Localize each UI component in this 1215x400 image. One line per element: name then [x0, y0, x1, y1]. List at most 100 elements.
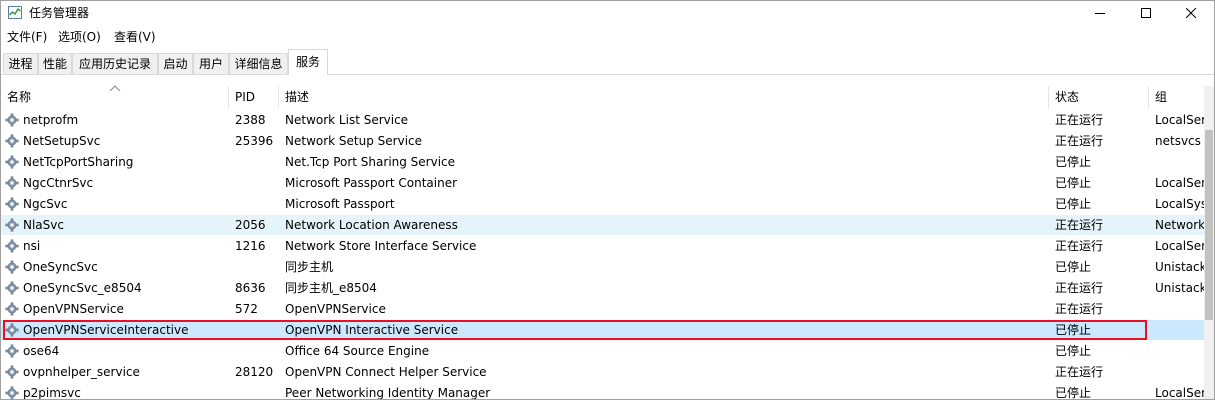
service-group: netsvcs: [1155, 134, 1201, 148]
service-pid: 1216: [235, 239, 266, 253]
service-gear-icon: [5, 113, 19, 127]
service-gear-icon: [5, 134, 19, 148]
tab-details[interactable]: 详细信息: [229, 53, 288, 74]
service-pid: 28120: [235, 365, 274, 379]
service-pid: 8636: [235, 281, 266, 295]
service-status: 正在运行: [1055, 113, 1104, 127]
service-status: 正在运行: [1055, 218, 1104, 232]
service-status: 已停止: [1055, 260, 1092, 274]
service-name: NgcSvc: [23, 197, 68, 211]
menu-view[interactable]: 查看(V): [114, 29, 156, 45]
menu-file[interactable]: 文件(F): [7, 29, 47, 45]
service-pid: 572: [235, 302, 258, 316]
column-divider[interactable]: [278, 86, 279, 108]
service-status: 已停止: [1055, 323, 1092, 337]
table-row[interactable]: netprofm 2388 Network List Service 正在运行 Loca…: [1, 110, 1204, 130]
column-description[interactable]: 描述: [285, 89, 309, 105]
column-group[interactable]: 组: [1155, 89, 1167, 105]
service-description: Office 64 Source Engine: [285, 344, 430, 358]
tab-users[interactable]: 用户: [193, 53, 229, 74]
table-row[interactable]: ovpnhelper_service 28120 OpenVPN Connect H…: [1, 362, 1204, 382]
service-gear-icon: [5, 344, 19, 358]
service-name: OpenVPNService: [23, 302, 124, 316]
service-name: NetSetupSvc: [23, 134, 101, 148]
service-status: 正在运行: [1055, 239, 1104, 253]
close-icon: [1186, 8, 1196, 18]
service-description: OpenVPNService: [285, 302, 386, 316]
tab-bar: 进程 性能 应用历史记录 启动 用户 详细信息 服务: [1, 49, 1214, 76]
service-status: 正在运行: [1055, 281, 1104, 295]
window-title: 任务管理器: [29, 6, 90, 20]
service-description: Network Setup Service: [285, 134, 423, 148]
service-gear-icon: [5, 386, 19, 399]
service-group: LocalService: [1155, 386, 1204, 400]
service-description: Network Location Awareness: [285, 218, 458, 232]
service-description: Microsoft Passport Container: [285, 176, 458, 190]
services-list: netprofm 2388 Network List Service 正在运行 Loca…: [1, 110, 1204, 400]
close-button[interactable]: [1168, 1, 1214, 25]
service-group: LocalService: [1155, 176, 1204, 190]
table-row[interactable]: OneSyncSvc_e8504 8636 同步主机_e8504 正在运行 Unista…: [1, 278, 1204, 298]
table-row[interactable]: OpenVPNService 572 OpenVPNService 正在运行: [1, 299, 1204, 319]
menu-options[interactable]: 选项(O): [58, 29, 101, 45]
table-row[interactable]: OpenVPNServiceInteractive OpenVPN Interac…: [1, 320, 1204, 340]
vertical-scrollbar[interactable]: [1204, 86, 1214, 399]
scrollbar-thumb[interactable]: [1205, 130, 1213, 320]
service-status: 已停止: [1055, 344, 1092, 358]
service-description: 同步主机_e8504: [285, 281, 377, 295]
service-status: 正在运行: [1055, 365, 1104, 379]
tab-startup[interactable]: 启动: [158, 53, 193, 74]
table-row[interactable]: nsi 1216 Network Store Interface Service 正在…: [1, 236, 1204, 256]
tab-performance[interactable]: 性能: [38, 53, 72, 74]
table-row[interactable]: NgcSvc Microsoft Passport 已停止 LocalSystem: [1, 194, 1204, 214]
minimize-button[interactable]: [1077, 1, 1123, 25]
service-description: Net.Tcp Port Sharing Service: [285, 155, 456, 169]
table-row[interactable]: p2pimsvc Peer Networking Identity Manager…: [1, 383, 1204, 400]
column-name[interactable]: 名称: [7, 89, 31, 105]
tab-services[interactable]: 服务: [288, 49, 328, 75]
service-group: LocalSystem: [1155, 197, 1204, 211]
table-row[interactable]: NetTcpPortSharing Net.Tcp Port Sharing Se…: [1, 152, 1204, 172]
service-status: 正在运行: [1055, 302, 1104, 316]
service-gear-icon: [5, 302, 19, 316]
tab-app-history[interactable]: 应用历史记录: [72, 53, 158, 74]
service-description: Network List Service: [285, 113, 409, 127]
column-pid[interactable]: PID: [235, 89, 255, 105]
service-name: OneSyncSvc_e8504: [23, 281, 142, 295]
title-bar[interactable]: 任务管理器: [1, 1, 1214, 25]
service-gear-icon: [5, 281, 19, 295]
service-name: nsi: [23, 239, 41, 253]
column-divider[interactable]: [1048, 86, 1049, 108]
table-row[interactable]: NgcCtnrSvc Microsoft Passport Container 已停…: [1, 173, 1204, 193]
service-description: OpenVPN Interactive Service: [285, 323, 459, 337]
service-description: 同步主机: [285, 260, 334, 274]
service-group: UnistackSvcGroup: [1155, 281, 1204, 295]
service-name: OneSyncSvc: [23, 260, 98, 274]
service-gear-icon: [5, 239, 19, 253]
service-status: 已停止: [1055, 176, 1092, 190]
table-row[interactable]: NlaSvc 2056 Network Location Awareness 正在运行…: [1, 215, 1204, 235]
service-status: 已停止: [1055, 386, 1092, 400]
service-description: OpenVPN Connect Helper Service: [285, 365, 487, 379]
column-header: 名称 PID 描述 状态 组: [1, 85, 1214, 108]
service-gear-icon: [5, 155, 19, 169]
service-status: 已停止: [1055, 155, 1092, 169]
task-manager-icon: [8, 6, 22, 19]
service-pid: 2388: [235, 113, 266, 127]
service-status: 已停止: [1055, 197, 1092, 211]
service-group: UnistackSvcGroup: [1155, 260, 1204, 274]
service-name: ovpnhelper_service: [23, 365, 140, 379]
table-row[interactable]: OneSyncSvc 同步主机 已停止 UnistackSvcGroup: [1, 257, 1204, 277]
service-description: Microsoft Passport: [285, 197, 395, 211]
service-name: NgcCtnrSvc: [23, 176, 94, 190]
service-name: NlaSvc: [23, 218, 64, 232]
service-gear-icon: [5, 218, 19, 232]
column-divider[interactable]: [228, 86, 229, 108]
table-row[interactable]: NetSetupSvc 25396 Network Setup Service 正在运…: [1, 131, 1204, 151]
column-status[interactable]: 状态: [1055, 89, 1079, 105]
column-divider[interactable]: [1148, 86, 1149, 108]
tab-processes[interactable]: 进程: [3, 53, 38, 74]
maximize-button[interactable]: [1123, 1, 1169, 25]
table-row[interactable]: ose64 Office 64 Source Engine 已停止: [1, 341, 1204, 361]
tab-divider: [1, 74, 1214, 75]
